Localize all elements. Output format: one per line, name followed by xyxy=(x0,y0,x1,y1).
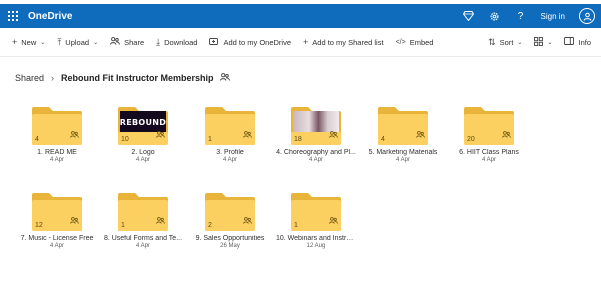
folder-name[interactable]: 1. READ ME xyxy=(17,149,97,156)
folder-date: 4 Apr xyxy=(49,157,64,163)
item-count: 1 xyxy=(294,222,298,229)
folder-date: 26 May xyxy=(220,243,240,249)
folder-name[interactable]: 8. Useful Forms and Te... xyxy=(103,235,183,242)
folder-name[interactable]: 7. Music - License Free xyxy=(17,235,97,242)
folder-icon: 2 xyxy=(204,192,256,232)
folder-icon: 4 xyxy=(31,106,83,146)
item-count: 20 xyxy=(467,136,475,143)
item-count: 10 xyxy=(121,136,129,143)
folder-tile[interactable]: 12 7. Music - License Free 4 Apr xyxy=(17,192,97,249)
folder-tile[interactable]: REBOUND 10 2. Logo 4 Apr xyxy=(103,106,183,163)
shared-icon xyxy=(156,125,165,143)
item-count: 1 xyxy=(208,136,212,143)
folder-icon: 12 xyxy=(31,192,83,232)
folder-name[interactable]: 3. Profile xyxy=(190,149,270,156)
shared-icon xyxy=(243,211,252,229)
folder-tile[interactable]: 1 3. Profile 4 Apr xyxy=(190,106,270,163)
folder-date: 4 Apr xyxy=(308,157,323,163)
item-count: 4 xyxy=(35,136,39,143)
folder-date: 4 Apr xyxy=(481,157,496,163)
folder-icon: 1 xyxy=(290,192,342,232)
folder-date: 4 Apr xyxy=(49,243,64,249)
folder-icon: 20 xyxy=(463,106,515,146)
folder-icon: 4 xyxy=(377,106,429,146)
folder-name[interactable]: 9. Sales Opportunities xyxy=(190,235,270,242)
shared-icon xyxy=(502,125,511,143)
shared-icon xyxy=(70,211,79,229)
folder-name[interactable]: 6. HIIT Class Plans xyxy=(449,149,529,156)
folder-tile[interactable]: 1 10. Webinars and Instru... 12 Aug xyxy=(276,192,356,249)
folder-tile[interactable]: 4 5. Marketing Materials 4 Apr xyxy=(363,106,443,163)
folder-tile[interactable]: 18 4. Choreography and Pl... 4 Apr xyxy=(276,106,356,163)
item-count: 18 xyxy=(294,136,302,143)
folder-icon: 18 xyxy=(290,106,342,146)
shared-icon xyxy=(243,125,252,143)
shared-icon xyxy=(416,125,425,143)
folder-date: 4 Apr xyxy=(135,243,150,249)
folder-tile[interactable]: 4 1. READ ME 4 Apr xyxy=(17,106,97,163)
folder-date: 4 Apr xyxy=(222,157,237,163)
folder-icon: 1 xyxy=(204,106,256,146)
folder-name[interactable]: 4. Choreography and Pl... xyxy=(276,149,356,156)
shared-icon xyxy=(329,211,338,229)
folder-date: 4 Apr xyxy=(135,157,150,163)
folder-icon: REBOUND 10 xyxy=(117,106,169,146)
item-count: 4 xyxy=(381,136,385,143)
folder-date: 12 Aug xyxy=(306,243,326,249)
item-count: 2 xyxy=(208,222,212,229)
folder-grid: 4 1. READ ME 4 Apr REBOUND 10 2. Logo 4 Apr 1 3.… xyxy=(0,0,601,290)
folder-tile[interactable]: 20 6. HIIT Class Plans 4 Apr xyxy=(449,106,529,163)
folder-name[interactable]: 10. Webinars and Instru... xyxy=(276,235,356,242)
item-count: 1 xyxy=(121,222,125,229)
shared-icon xyxy=(70,125,79,143)
folder-name[interactable]: 5. Marketing Materials xyxy=(363,149,443,156)
shared-icon xyxy=(329,125,338,143)
folder-icon: 1 xyxy=(117,192,169,232)
folder-tile[interactable]: 1 8. Useful Forms and Te... 4 Apr xyxy=(103,192,183,249)
item-count: 12 xyxy=(35,222,43,229)
folder-name[interactable]: 2. Logo xyxy=(103,149,183,156)
folder-tile[interactable]: 2 9. Sales Opportunities 26 May xyxy=(190,192,270,249)
shared-icon xyxy=(156,211,165,229)
folder-date: 4 Apr xyxy=(395,157,410,163)
